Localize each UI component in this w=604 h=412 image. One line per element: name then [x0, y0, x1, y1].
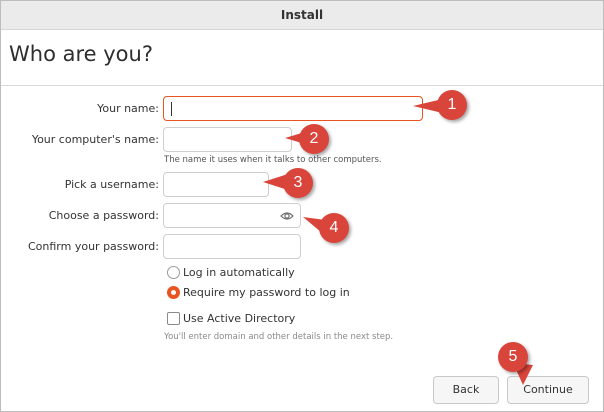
active-directory-checkbox[interactable]	[167, 312, 180, 325]
require-password-label: Require my password to log in	[183, 286, 350, 299]
text-caret	[171, 102, 172, 116]
confirm-password-label: Confirm your password:	[27, 240, 159, 253]
header-divider	[1, 85, 603, 86]
computer-name-label: Your computer's name:	[31, 133, 159, 146]
back-button[interactable]: Back	[433, 376, 499, 404]
callout-badge-3: 3	[283, 168, 313, 198]
page-heading: Who are you?	[9, 42, 153, 66]
login-automatically-radio[interactable]	[167, 266, 180, 279]
confirm-password-input[interactable]	[163, 234, 301, 259]
callout-badge-2: 2	[299, 124, 329, 154]
require-password-radio[interactable]	[167, 286, 180, 299]
computer-name-hint: The name it uses when it talks to other …	[164, 155, 382, 165]
callout-badge-4: 4	[319, 213, 349, 243]
username-input[interactable]	[163, 172, 269, 197]
active-directory-label: Use Active Directory	[183, 312, 296, 325]
password-input[interactable]	[163, 203, 301, 228]
active-directory-hint: You'll enter domain and other details in…	[164, 332, 394, 342]
installer-window: Install Who are you? Your name: Your com…	[0, 0, 604, 412]
callout-badge-5: 5	[498, 342, 528, 372]
computer-name-input[interactable]	[163, 127, 292, 152]
password-label: Choose a password:	[48, 209, 159, 222]
window-title: Install	[1, 1, 603, 30]
eye-icon[interactable]	[280, 210, 294, 222]
callout-badge-1: 1	[437, 90, 467, 120]
login-automatically-label: Log in automatically	[183, 266, 295, 279]
name-input[interactable]	[163, 96, 423, 121]
name-label: Your name:	[97, 102, 159, 115]
username-label: Pick a username:	[64, 178, 159, 191]
